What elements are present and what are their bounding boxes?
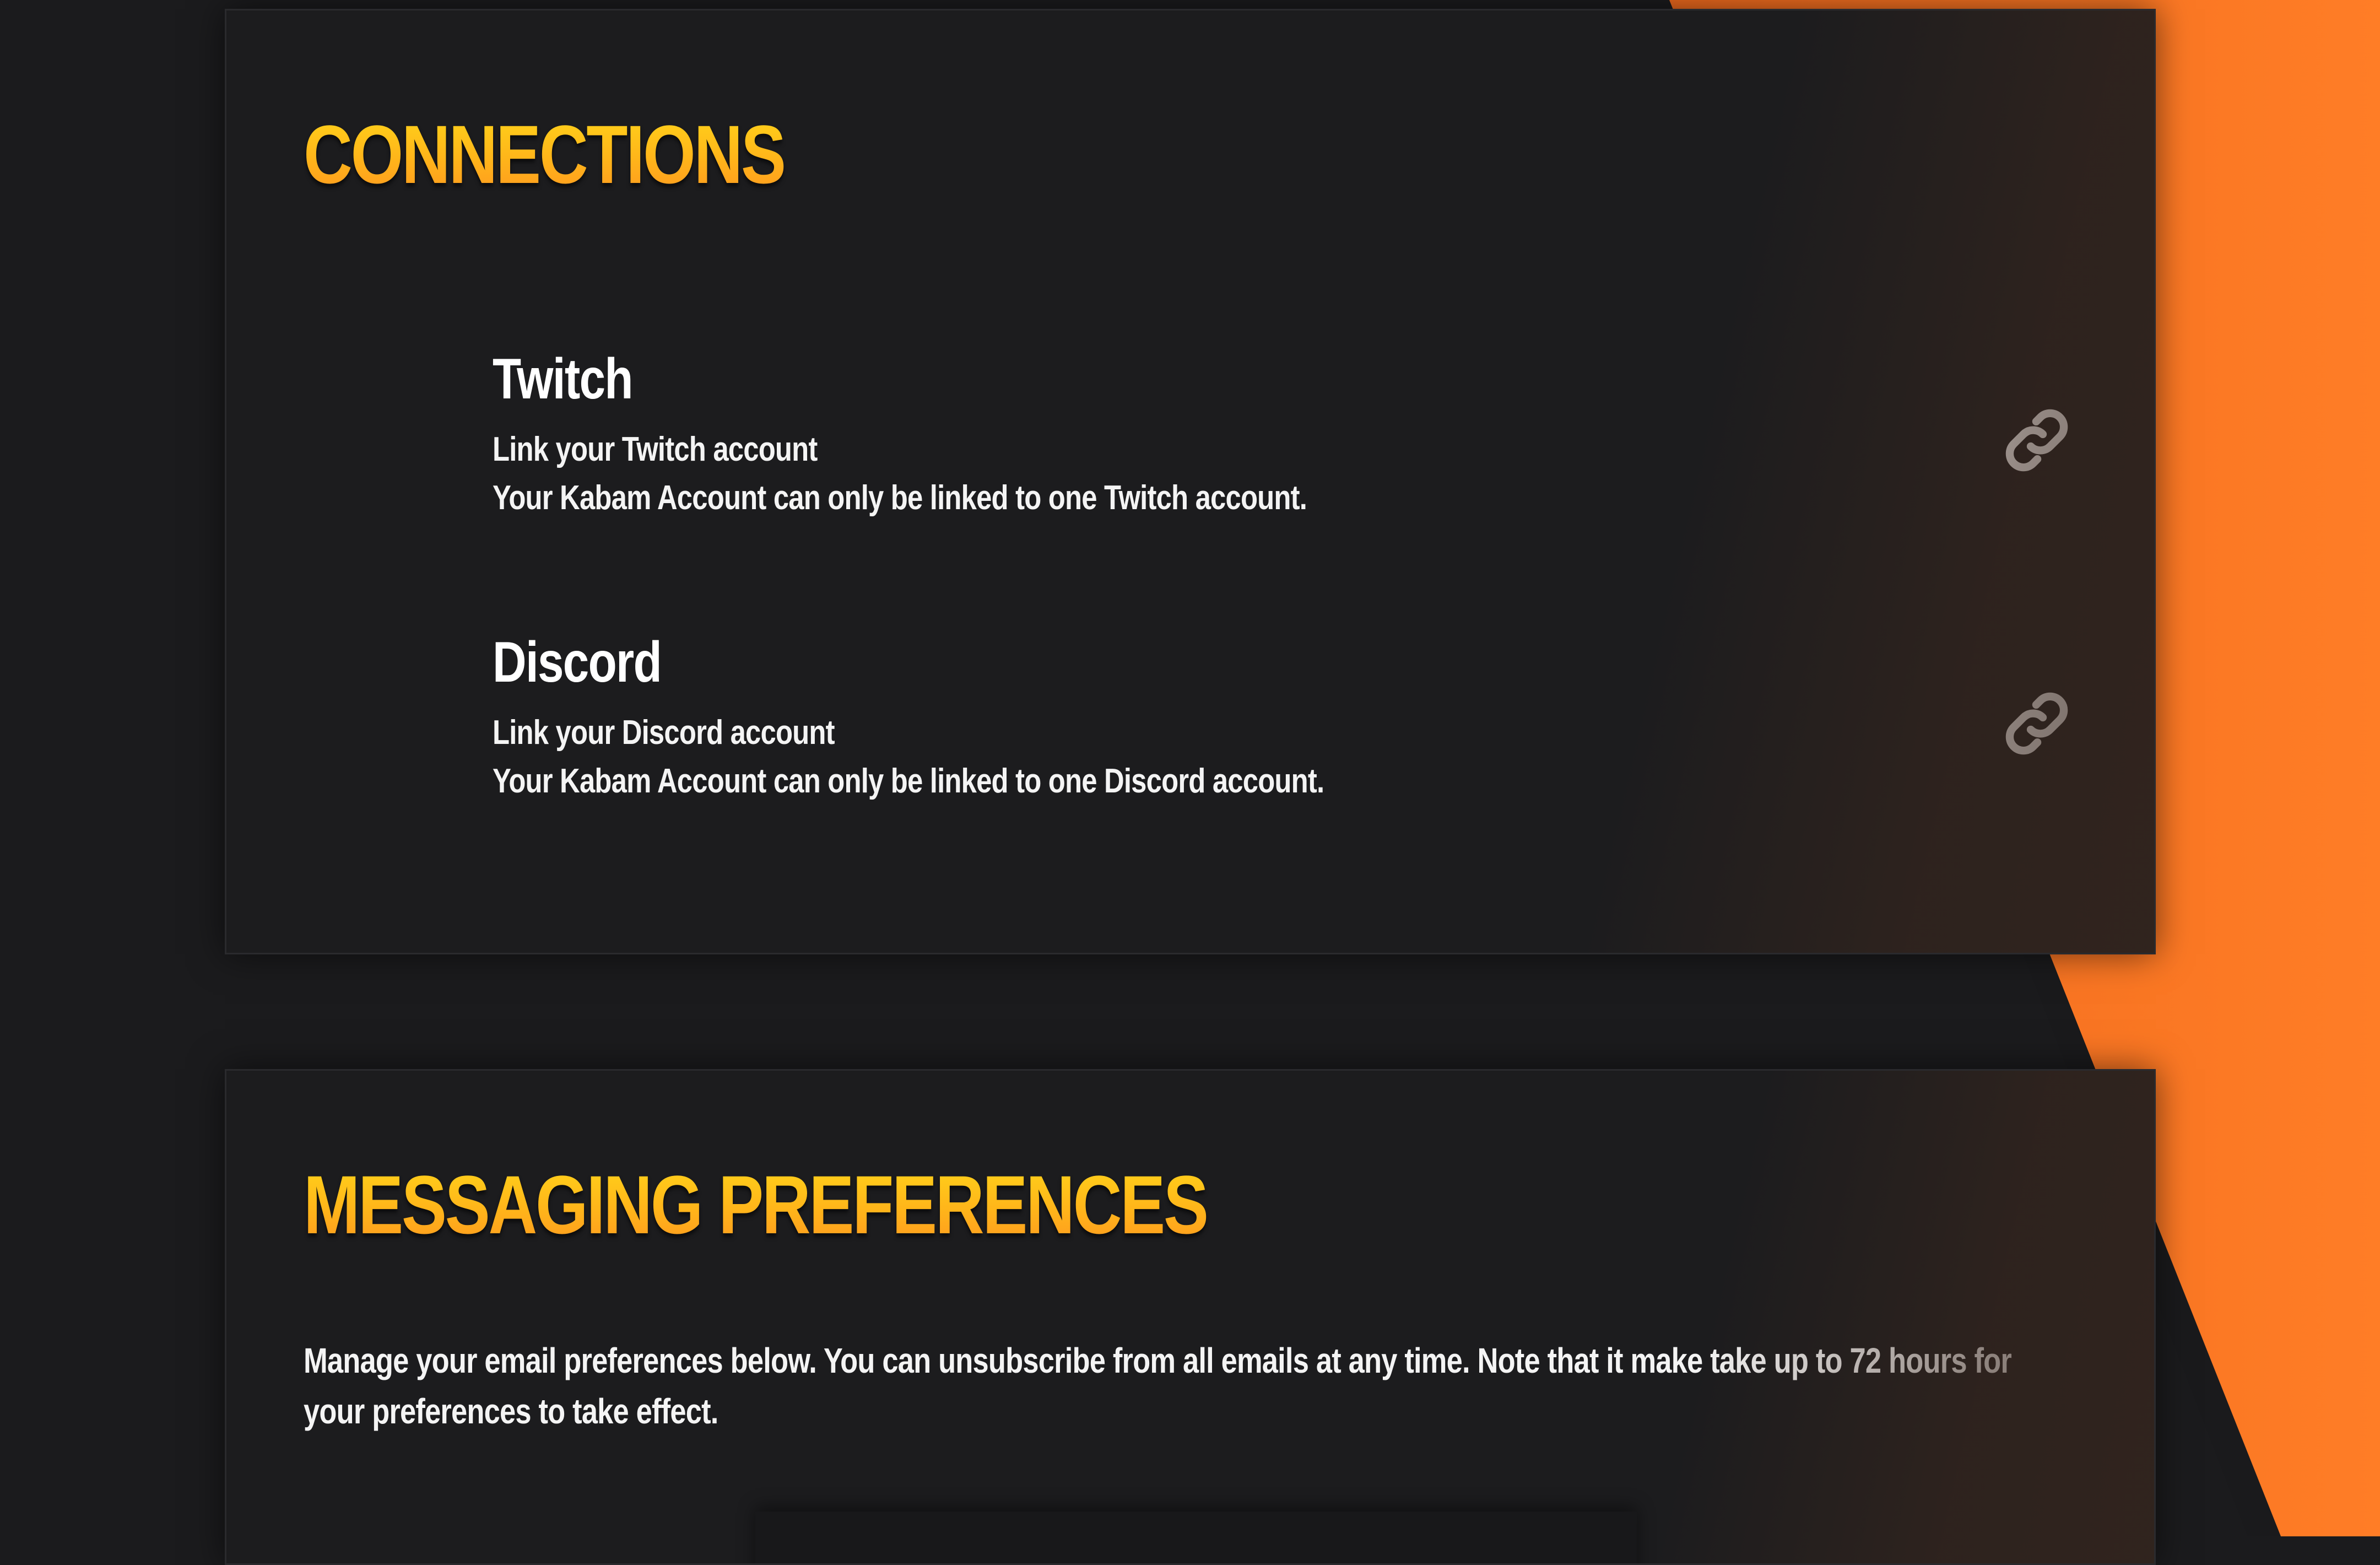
connection-name-twitch: Twitch: [493, 347, 634, 411]
connection-name-discord: Discord: [493, 630, 662, 694]
connection-note-discord: Your Kabam Account can only be linked to…: [493, 762, 1324, 800]
link-twitch-button[interactable]: [1998, 402, 2075, 479]
connections-title: CONNECTIONS: [304, 108, 786, 201]
link-icon: [2005, 692, 2068, 755]
messaging-preferences-description: Manage your email preferences below. You…: [304, 1341, 2012, 1431]
email-preferences-panel: [755, 1512, 1637, 1563]
messaging-preferences-card: MESSAGING PREFERENCES Manage your email …: [225, 1069, 2156, 1565]
connections-card: CONNECTIONS Twitch Link your Twitch acco…: [225, 9, 2156, 954]
connection-subtitle-twitch: Link your Twitch account: [493, 430, 818, 468]
messaging-preferences-title: MESSAGING PREFERENCES: [304, 1158, 1209, 1251]
connection-row-twitch: Twitch Link your Twitch account Your Kab…: [493, 347, 2154, 523]
connection-row-discord: Discord Link your Discord account Your K…: [493, 630, 2154, 806]
connection-note-twitch: Your Kabam Account can only be linked to…: [493, 479, 1307, 517]
connection-subtitle-discord: Link your Discord account: [493, 714, 835, 752]
link-icon: [2005, 409, 2068, 472]
link-discord-button[interactable]: [1998, 685, 2075, 762]
